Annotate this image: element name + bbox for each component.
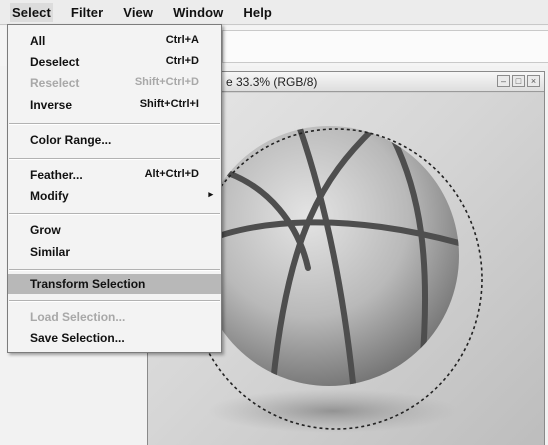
menu-item-all[interactable]: All Ctrl+A [8, 31, 221, 51]
menu-item-label: Deselect [30, 55, 80, 69]
shortcut-label: Ctrl+A [165, 34, 199, 46]
menu-item-label: Feather... [30, 168, 83, 182]
shortcut-label: Alt+Ctrl+D [144, 168, 199, 180]
menu-window[interactable]: Window [171, 3, 225, 22]
shortcut-label: Shift+Ctrl+D [134, 76, 199, 88]
options-bar-panel [222, 30, 548, 63]
menu-select[interactable]: Select [10, 2, 53, 22]
menu-view[interactable]: View [121, 3, 155, 22]
menu-item-reselect: Reselect Shift+Ctrl+D [8, 73, 221, 93]
menu-separator [9, 158, 220, 160]
maximize-icon[interactable]: □ [512, 75, 525, 87]
menu-item-label: Reselect [30, 76, 80, 90]
menu-item-modify[interactable]: Modify ▸ [8, 186, 221, 206]
close-icon[interactable]: × [527, 75, 540, 87]
shortcut-label: Shift+Ctrl+I [139, 98, 199, 110]
menu-item-grow[interactable]: Grow [8, 220, 221, 240]
menu-item-feather[interactable]: Feather... Alt+Ctrl+D [8, 165, 221, 185]
menu-separator [9, 213, 220, 215]
menu-item-label: Modify [30, 189, 69, 203]
menu-item-similar[interactable]: Similar [8, 242, 221, 262]
select-menu-dropdown: All Ctrl+A Deselect Ctrl+D Reselect Shif… [7, 24, 222, 353]
menu-filter[interactable]: Filter [69, 3, 105, 22]
minimize-icon[interactable]: – [497, 75, 510, 87]
menu-item-label: Save Selection... [30, 331, 125, 345]
shortcut-label: Ctrl+D [165, 55, 199, 67]
menu-item-deselect[interactable]: Deselect Ctrl+D [8, 52, 221, 72]
submenu-arrow-icon: ▸ [208, 189, 213, 199]
menu-separator [9, 300, 220, 302]
menu-item-label: Inverse [30, 98, 73, 112]
menu-item-color-range[interactable]: Color Range... [8, 130, 221, 150]
document-title: e 33.3% (RGB/8) [226, 75, 318, 89]
menu-help[interactable]: Help [241, 3, 274, 22]
menu-item-inverse[interactable]: Inverse Shift+Ctrl+I [8, 95, 221, 115]
menu-bar: Select Filter View Window Help [0, 0, 548, 25]
window-controls: – □ × [497, 75, 540, 87]
menu-item-label: All [30, 34, 46, 48]
menu-item-label: Color Range... [30, 133, 112, 147]
menu-item-save-selection[interactable]: Save Selection... [8, 328, 221, 348]
menu-item-label: Grow [30, 223, 61, 237]
menu-item-label: Transform Selection [30, 277, 146, 291]
menu-item-label: Similar [30, 245, 71, 259]
menu-item-transform-selection[interactable]: Transform Selection [8, 274, 221, 294]
menu-separator [9, 123, 220, 125]
menu-item-load-selection: Load Selection... [8, 307, 221, 327]
menu-separator [9, 269, 220, 271]
menu-item-label: Load Selection... [30, 310, 126, 324]
